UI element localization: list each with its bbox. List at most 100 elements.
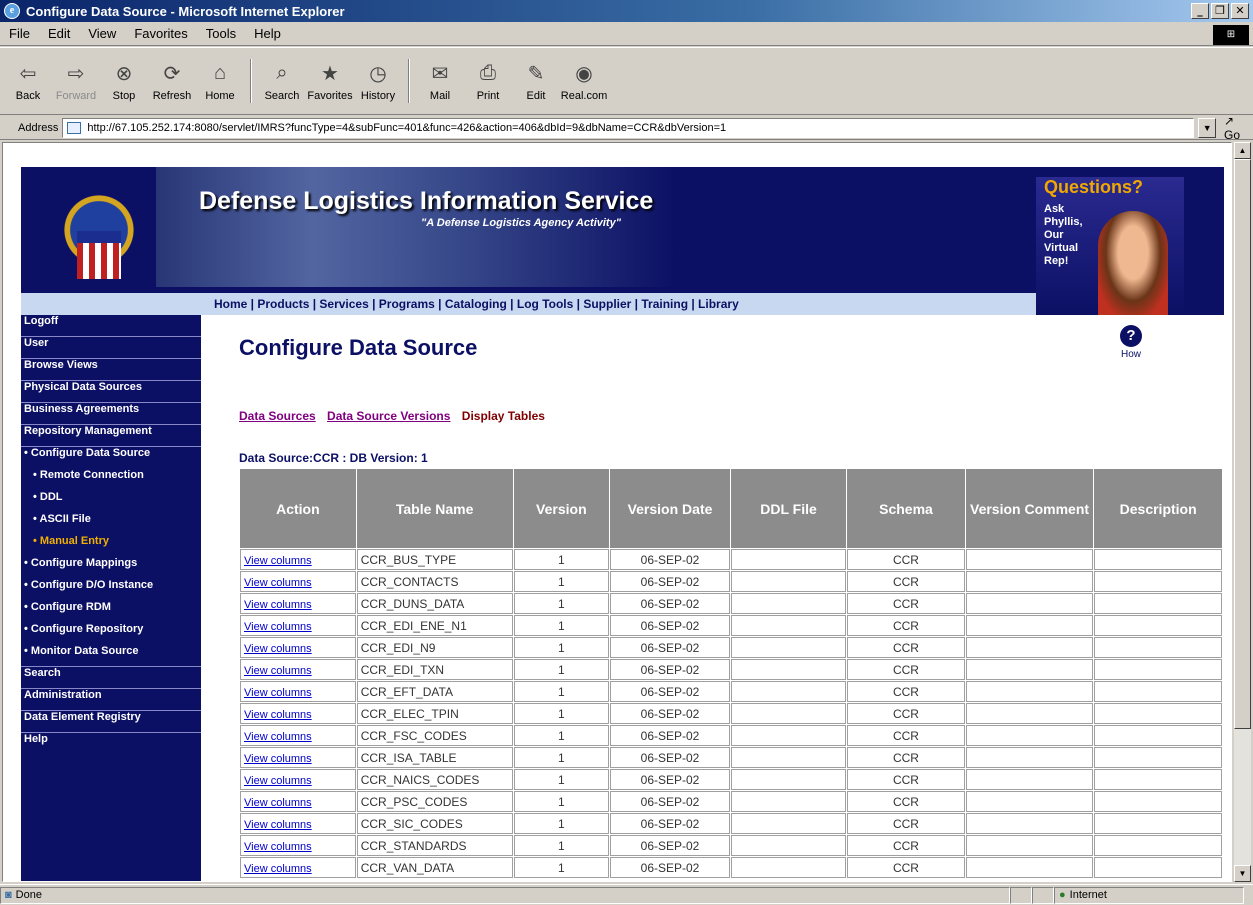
version-date-cell: 06-SEP-02 (610, 725, 730, 746)
sidebar-item-user[interactable]: User (21, 337, 201, 359)
sidebar-item-configure-data-source[interactable]: • Configure Data Source (21, 447, 201, 469)
vertical-scrollbar[interactable]: ▲ ▼ (1234, 142, 1251, 882)
sidebar-item-configure-mappings[interactable]: • Configure Mappings (21, 557, 201, 579)
menu-tools[interactable]: Tools (197, 26, 245, 41)
schema-cell: CCR (847, 659, 965, 680)
refresh-button[interactable]: ⟳ Refresh (148, 61, 196, 102)
sidebar-item-monitor-data-source[interactable]: • Monitor Data Source (21, 645, 201, 667)
ddl-file-cell (730, 637, 847, 658)
version-date-cell: 06-SEP-02 (610, 813, 730, 834)
menu-edit[interactable]: Edit (39, 26, 79, 41)
view-columns-link[interactable]: View columns (244, 599, 312, 611)
windows-logo-icon: ⊞ (1213, 25, 1249, 45)
edit-icon: ✎ (527, 63, 545, 85)
sidebar-item-browse-views[interactable]: Browse Views (21, 359, 201, 381)
sidebar-item-remote-connection[interactable]: • Remote Connection (21, 469, 201, 491)
view-columns-link[interactable]: View columns (244, 819, 312, 831)
scroll-thumb[interactable] (1234, 159, 1251, 729)
sidebar-item-search[interactable]: Search (21, 667, 201, 689)
virtual-rep-panel[interactable]: Questions? Ask Phyllis, Our Virtual Rep! (1036, 177, 1184, 315)
history-button[interactable]: ◷ History (354, 61, 402, 102)
description-cell (1094, 637, 1222, 658)
sidebar-item-repository-management[interactable]: Repository Management (21, 425, 201, 447)
address-dropdown-button[interactable]: ▼ (1198, 117, 1217, 138)
schema-cell: CCR (847, 593, 965, 614)
view-columns-link[interactable]: View columns (244, 753, 312, 765)
mail-button[interactable]: ✉ Mail (416, 61, 464, 102)
version-comment-cell (965, 703, 1094, 724)
description-cell (1094, 549, 1222, 570)
address-input[interactable]: http://67.105.252.174:8080/servlet/IMRS?… (62, 117, 1195, 138)
sidebar-item-business-agreements[interactable]: Business Agreements (21, 403, 201, 425)
sidebar-item-configure-rdm[interactable]: • Configure RDM (21, 601, 201, 623)
tab-data-sources[interactable]: Data Sources (239, 409, 316, 423)
view-columns-link[interactable]: View columns (244, 577, 312, 589)
print-button[interactable]: ⎙ Print (464, 61, 512, 102)
internet-globe-icon: ● (1059, 889, 1066, 901)
ddl-file-cell (730, 615, 847, 636)
stop-button[interactable]: ⊗ Stop (100, 61, 148, 102)
ddl-file-cell (730, 703, 847, 724)
tab-data-source-versions[interactable]: Data Source Versions (327, 409, 450, 423)
sidebar-item-configure-repository[interactable]: • Configure Repository (21, 623, 201, 645)
edit-button[interactable]: ✎ Edit (512, 61, 560, 102)
view-columns-link[interactable]: View columns (244, 841, 312, 853)
search-icon: ⌕ (276, 62, 288, 84)
sidebar-item-ascii-file[interactable]: • ASCII File (21, 513, 201, 535)
favorites-button[interactable]: ★ Favorites (306, 61, 354, 102)
menu-help[interactable]: Help (245, 26, 290, 41)
home-button[interactable]: ⌂ Home (196, 61, 244, 102)
view-columns-link[interactable]: View columns (244, 709, 312, 721)
sidebar-item-ddl[interactable]: • DDL (21, 491, 201, 513)
col-header-description: Description (1094, 469, 1222, 548)
ddl-file-cell (730, 747, 847, 768)
go-arrow-icon: ↗ (1224, 113, 1235, 128)
view-columns-link[interactable]: View columns (244, 555, 312, 567)
back-button[interactable]: ⇦ Back (4, 61, 52, 102)
sidebar-item-logoff[interactable]: Logoff (21, 315, 201, 337)
view-columns-link[interactable]: View columns (244, 665, 312, 677)
favorites-icon: ★ (321, 63, 339, 85)
menu-favorites[interactable]: Favorites (125, 26, 196, 41)
menu-view[interactable]: View (79, 26, 125, 41)
sidebar-item-manual-entry[interactable]: • Manual Entry (21, 535, 201, 557)
minimize-button[interactable]: _ (1191, 3, 1209, 19)
scroll-up-icon[interactable]: ▲ (1234, 142, 1251, 159)
search-button[interactable]: ⌕ Search (258, 61, 306, 102)
banner-title: Defense Logistics Information Service (199, 187, 654, 215)
how-help-button[interactable]: ? How (1120, 325, 1142, 360)
view-columns-link[interactable]: View columns (244, 643, 312, 655)
sidebar-item-help[interactable]: Help (21, 733, 201, 755)
table-name-cell: CCR_EDI_N9 (356, 637, 513, 658)
menu-file[interactable]: File (0, 26, 39, 41)
sidebar-item-configure-do-instance[interactable]: • Configure D/O Instance (21, 579, 201, 601)
top-nav-links[interactable]: Home | Products | Services | Programs | … (214, 297, 739, 311)
table-name-cell: CCR_SIC_CODES (356, 813, 513, 834)
go-button[interactable]: ↗ Go (1216, 114, 1253, 142)
view-columns-link[interactable]: View columns (244, 797, 312, 809)
version-comment-cell (965, 681, 1094, 702)
table-row: View columns CCR_VAN_DATA 1 06-SEP-02 CCR (240, 857, 1222, 878)
status-text-pane: ◙ Done (0, 886, 1010, 904)
schema-cell: CCR (847, 747, 965, 768)
view-columns-link[interactable]: View columns (244, 621, 312, 633)
real-button[interactable]: ◉ Real.com (560, 61, 608, 102)
table-row: View columns CCR_EFT_DATA 1 06-SEP-02 CCR (240, 681, 1222, 702)
version-date-cell: 06-SEP-02 (610, 747, 730, 768)
table-row: View columns CCR_BUS_TYPE 1 06-SEP-02 CCR (240, 549, 1222, 570)
version-comment-cell (965, 747, 1094, 768)
scroll-down-icon[interactable]: ▼ (1234, 865, 1251, 882)
view-columns-link[interactable]: View columns (244, 731, 312, 743)
sidebar-item-physical-data-sources[interactable]: Physical Data Sources (21, 381, 201, 403)
history-icon: ◷ (369, 63, 387, 85)
view-columns-link[interactable]: View columns (244, 863, 312, 875)
table-name-cell: CCR_FSC_CODES (356, 725, 513, 746)
forward-button[interactable]: ⇨ Forward (52, 61, 100, 102)
close-button[interactable]: ✕ (1231, 3, 1249, 19)
sidebar-item-administration[interactable]: Administration (21, 689, 201, 711)
view-columns-link[interactable]: View columns (244, 775, 312, 787)
maximize-button[interactable]: ❐ (1211, 3, 1229, 19)
schema-cell: CCR (847, 769, 965, 790)
view-columns-link[interactable]: View columns (244, 687, 312, 699)
sidebar-item-data-element-registry[interactable]: Data Element Registry (21, 711, 201, 733)
